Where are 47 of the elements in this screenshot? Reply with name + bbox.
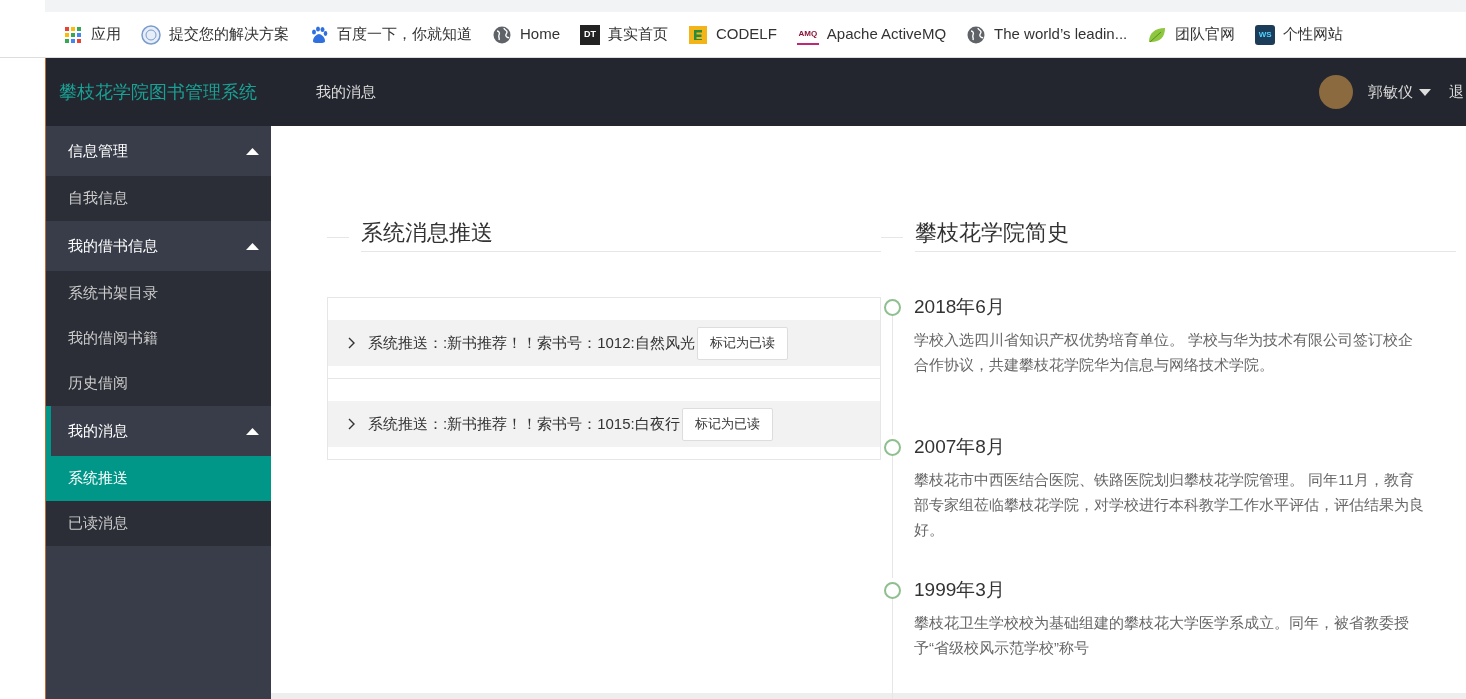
timeline-date: 2007年8月 <box>914 435 1006 459</box>
user-avatar[interactable] <box>1319 75 1353 109</box>
emblem-icon <box>141 24 161 45</box>
message-row[interactable]: 系统推送：:新书推荐！！索书号：1015:白夜行 标记为已读 <box>328 401 880 447</box>
mark-read-button[interactable]: 标记为已读 <box>681 407 773 441</box>
bookmark-link[interactable]: 提交您的解决方案 <box>141 23 289 46</box>
sidebar-item[interactable]: 系统书架目录 <box>46 271 271 316</box>
timeline-text: 攀枝花卫生学校校为基础组建的攀枝花大学医学系成立。同年，被省教委授予“省级校风示范学校”称号 <box>914 613 1410 658</box>
caret-up-icon <box>246 242 259 250</box>
logo-badge-icon: DT <box>580 24 600 45</box>
globe-icon <box>492 24 512 45</box>
bookmark-link[interactable]: CODELF <box>688 23 777 46</box>
timeline-date: 1999年3月 <box>914 578 1006 602</box>
globe-icon <box>966 24 987 45</box>
bookmark-link[interactable]: DT 真实首页 <box>580 23 668 46</box>
bookmark-link[interactable]: WS 个性网站 <box>1255 23 1344 46</box>
logout-link[interactable]: 退 <box>1449 80 1464 104</box>
bookmark-link[interactable]: The world’s leadin... <box>966 23 1128 46</box>
caret-up-icon <box>246 427 259 435</box>
message-text: 系统推送：:新书推荐！！索书号：1012:自然风光 <box>368 332 695 353</box>
sidebar-item[interactable]: 我的借阅书籍 <box>46 316 271 361</box>
bookmark-link[interactable]: 应用 <box>63 23 121 46</box>
apps-grid-icon <box>63 24 83 45</box>
timeline-text: 学校入选四川省知识产权优势培育单位。 学校与华为技术有限公司签订校企合作协议，共建攀枝花学院华为信息与网络技术学院。 <box>914 330 1415 375</box>
section-heading: 攀枝花学院简史 <box>915 216 1456 252</box>
ws-logo-icon: WS <box>1255 24 1276 45</box>
bookmark-link[interactable]: AMQ Apache ActiveMQ <box>796 23 947 46</box>
caret-down-icon <box>1419 88 1431 96</box>
user-menu[interactable]: 郭敏仪 <box>1368 80 1431 104</box>
bookmark-link[interactable]: Home <box>492 23 560 46</box>
sidebar-item[interactable]: 自我信息 <box>46 176 271 221</box>
blocks-logo-icon <box>688 24 708 45</box>
sidebar-item[interactable]: 历史借阅 <box>46 361 271 406</box>
caret-up-icon <box>246 147 259 155</box>
bookmark-link[interactable]: 百度一下，你就知道 <box>309 23 472 46</box>
message-text: 系统推送：:新书推荐！！索书号：1015:白夜行 <box>368 413 680 434</box>
system-title: 攀枝花学院图书管理系统 <box>58 80 258 104</box>
timeline-text: 攀枝花市中西医结合医院、铁路医院划归攀枝花学院管理。 同年11月，教育部专家组莅临攀枝花学院，对学校进行本科教学工作水平评估，评估结果为良好。 <box>914 470 1425 540</box>
section-heading: 系统消息推送 <box>361 216 881 252</box>
message-row[interactable]: 系统推送：:新书推荐！！索书号：1012:自然风光 标记为已读 <box>328 320 880 366</box>
timeline-date: 2018年6月 <box>914 295 1006 319</box>
paw-icon <box>309 24 329 45</box>
sidebar-item[interactable]: 系统推送 <box>46 456 271 501</box>
nav-link[interactable]: 我的消息 <box>316 80 376 104</box>
bookmark-link[interactable]: 团队官网 <box>1147 23 1236 46</box>
sidebar-item[interactable]: 已读消息 <box>46 501 271 546</box>
mark-read-button[interactable]: 标记为已读 <box>696 326 788 360</box>
